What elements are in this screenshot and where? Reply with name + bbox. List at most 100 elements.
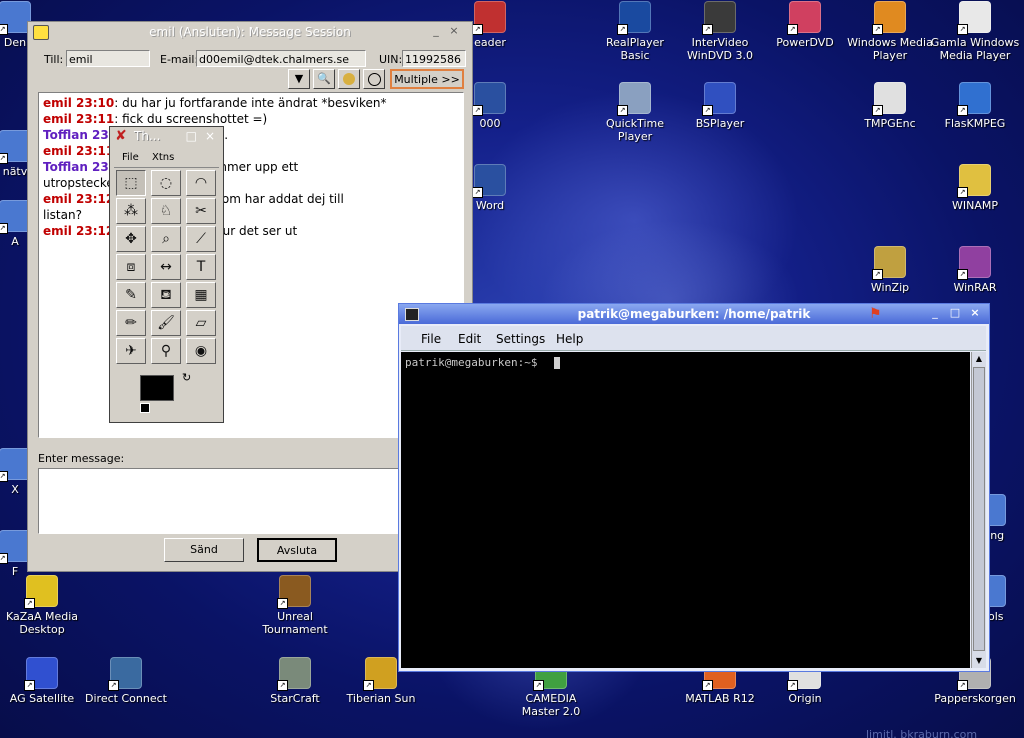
terminal-menubar: File Edit Settings Help [401, 326, 986, 351]
history-button[interactable] [363, 69, 385, 89]
desktop-icon-label: Direct Connect [85, 692, 167, 705]
terminal-screen[interactable]: patrik@megaburken:~$ [401, 352, 970, 668]
terminal-menu-settings[interactable]: Settings [496, 332, 545, 346]
app-icon: ↗ [702, 82, 736, 116]
shortcut-arrow-icon: ↗ [24, 680, 35, 691]
airbrush-icon[interactable]: ✈ [116, 338, 146, 364]
send-button[interactable]: Sänd [164, 538, 244, 562]
scroll-down-arrow[interactable]: ▼ [972, 654, 986, 668]
dropdown-button[interactable]: ▼ [288, 69, 310, 89]
desktop-icon[interactable]: ↗ Gamla Windows Media Player [930, 1, 1020, 62]
desktop-icon-label: WinRAR [953, 281, 997, 294]
color-area[interactable]: ↻ [118, 369, 218, 419]
desktop-icon-label: QuickTime Player [605, 117, 665, 143]
gimp-menu-file[interactable]: File [122, 152, 139, 163]
flip-icon[interactable]: ↔ [151, 254, 181, 280]
clone-icon[interactable]: ⚲ [151, 338, 181, 364]
terminal-menu-file[interactable]: File [421, 332, 441, 346]
desktop-icon[interactable]: ↗ KaZaA Media Desktop [0, 575, 87, 636]
message-sender: emil 23:10 [43, 96, 115, 110]
minimize-icon[interactable]: _ [430, 25, 442, 37]
bucket-fill-icon[interactable]: ⛾ [151, 282, 181, 308]
bezier-select-icon[interactable]: ♘ [151, 198, 181, 224]
till-label: Till: [44, 53, 64, 66]
color-picker-icon[interactable]: ✎ [116, 282, 146, 308]
enter-message-label: Enter message: [38, 452, 125, 465]
terminal-close-icon[interactable]: × [969, 307, 981, 319]
icq-titlebar[interactable]: emil (Ansluten): Message Session [28, 22, 472, 42]
ellipse-select-icon[interactable]: ◌ [151, 170, 181, 196]
scroll-thumb[interactable] [973, 367, 985, 651]
terminal-scrollbar[interactable]: ▲ ▼ [971, 352, 986, 668]
chat-message: emil 23:10: du har ju fortfarande inte ä… [43, 95, 387, 111]
desktop-icon[interactable]: ↗ Windows Media Player [845, 1, 935, 62]
app-icon: ↗ [957, 164, 991, 198]
multiple-button[interactable]: Multiple >> [390, 69, 464, 89]
paintbrush-icon[interactable]: 🖌 [151, 310, 181, 336]
scissors-icon[interactable]: ✂ [186, 198, 216, 224]
desktop-icon[interactable]: ↗ PowerDVD [760, 1, 850, 49]
desktop-icon[interactable]: ↗ RealPlayer Basic [590, 1, 680, 62]
foreground-color[interactable] [140, 375, 174, 401]
scroll-up-arrow[interactable]: ▲ [972, 352, 986, 366]
shortcut-arrow-icon: ↗ [472, 187, 483, 198]
desktop-icon[interactable]: ↗ AG Satellite [0, 657, 87, 705]
gimp-minimize-icon[interactable]: □ [186, 127, 197, 145]
desktop-icon[interactable]: ↗ BSPlayer [675, 82, 765, 130]
desktop-icon-label: StarCraft [270, 692, 320, 705]
terminal-titlebar[interactable]: patrik@megaburken: /home/patrik [399, 304, 989, 324]
swap-colors-icon[interactable]: ↻ [182, 371, 191, 384]
eraser-icon[interactable]: ▱ [186, 310, 216, 336]
app-icon: ↗ [872, 246, 906, 280]
magnifier-icon: 🔍 [317, 72, 331, 85]
till-field[interactable]: emil [66, 50, 150, 67]
desktop-icon[interactable]: ↗ Direct Connect [81, 657, 171, 705]
magnify-icon[interactable]: ⌕ [151, 226, 181, 252]
terminal-menu-edit[interactable]: Edit [458, 332, 481, 346]
rect-select-icon[interactable]: ⬚ [116, 170, 146, 196]
text-icon[interactable]: T [186, 254, 216, 280]
uin-field[interactable]: 11992586 [402, 50, 466, 67]
terminal-maximize-icon[interactable]: □ [949, 307, 961, 319]
gradient-icon[interactable]: ▦ [186, 282, 216, 308]
shortcut-arrow-icon: ↗ [0, 471, 8, 482]
desktop-icon-label: Gamla Windows Media Player [930, 36, 1020, 62]
desktop-icon[interactable]: ↗ WINAMP [930, 164, 1020, 212]
transform-icon[interactable]: ⧈ [116, 254, 146, 280]
default-colors-icon[interactable] [140, 403, 150, 413]
email-field[interactable]: d00emil@dtek.chalmers.se [196, 50, 366, 67]
magic-wand-icon[interactable]: ⁂ [116, 198, 146, 224]
info-button[interactable]: 🔍 [313, 69, 335, 89]
ink-icon[interactable]: ◉ [186, 338, 216, 364]
desktop-icon[interactable]: ↗ Unreal Tournament [250, 575, 340, 636]
desktop-icon-label: Origin [788, 692, 822, 705]
desktop-icon[interactable]: ↗ QuickTime Player [590, 82, 680, 143]
close-session-button[interactable]: Avsluta [257, 538, 337, 562]
gimp-menu-xtns[interactable]: Xtns [152, 152, 174, 163]
email-label: E-mail: [160, 53, 199, 66]
shortcut-arrow-icon: ↗ [957, 187, 968, 198]
desktop-icon-label: TMPGEnc [864, 117, 916, 130]
desktop-icon[interactable]: ↗ WinZip [845, 246, 935, 294]
desktop-icon[interactable]: ↗ FlasKMPEG [930, 82, 1020, 130]
desktop-icon[interactable]: ↗ InterVideo WinDVD 3.0 [675, 1, 765, 62]
smiley-button[interactable] [338, 69, 360, 89]
lasso-icon[interactable]: ◠ [186, 170, 216, 196]
crop-icon[interactable]: ⟋ [186, 226, 216, 252]
desktop-icon[interactable]: ↗ WinRAR [930, 246, 1020, 294]
pencil-icon[interactable]: ✏ [116, 310, 146, 336]
gimp-titlebar[interactable]: ✘ Th... □ × [110, 127, 223, 145]
desktop-icon-label: Tiberian Sun [346, 692, 416, 705]
terminal-minimize-icon[interactable]: _ [929, 307, 941, 319]
gimp-title: Th... [134, 129, 161, 143]
gimp-close-icon[interactable]: × [205, 127, 215, 145]
shortcut-arrow-icon: ↗ [617, 105, 628, 116]
close-icon[interactable]: × [448, 25, 460, 37]
move-icon[interactable]: ✥ [116, 226, 146, 252]
terminal-menu-help[interactable]: Help [556, 332, 583, 346]
shortcut-arrow-icon: ↗ [108, 680, 119, 691]
desktop-icon-label: KaZaA Media Desktop [5, 610, 79, 636]
desktop-icon[interactable]: ↗ TMPGEnc [845, 82, 935, 130]
shortcut-arrow-icon: ↗ [702, 105, 713, 116]
desktop-icon[interactable]: ↗ StarCraft [250, 657, 340, 705]
